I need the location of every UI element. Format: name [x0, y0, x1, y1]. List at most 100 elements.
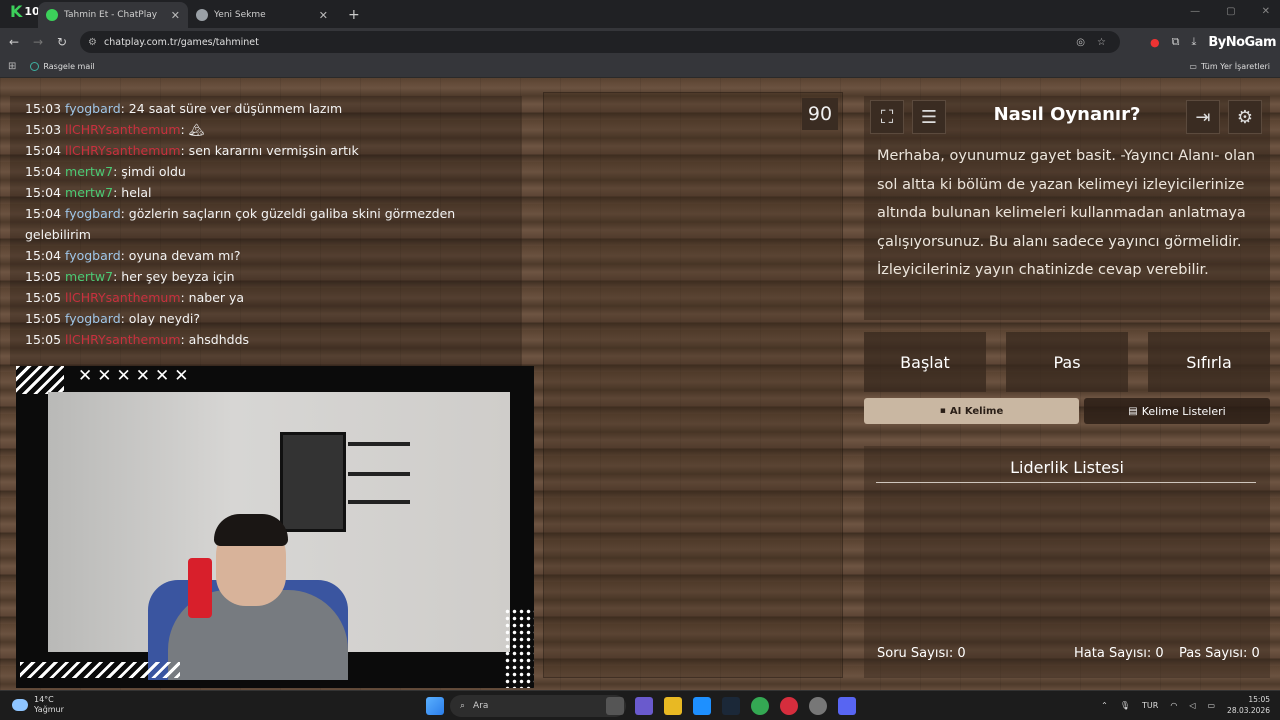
back-icon[interactable]: ←	[2, 35, 26, 49]
leaderboard-title: Liderlik Listesi	[1010, 458, 1124, 477]
steam-icon[interactable]	[722, 697, 740, 715]
message-text: : 24 saat süre ver düşünmem lazım	[120, 101, 343, 116]
shelf	[348, 472, 410, 476]
tab-bar: K 10 Tahmin Et - ChatPlay ✕ Yeni Sekme ✕ …	[0, 0, 1280, 28]
puzzle-icon[interactable]: ⧉	[1172, 35, 1180, 49]
message-text: : helal	[113, 185, 152, 200]
close-icon[interactable]: ✕	[319, 9, 328, 22]
weather-widget[interactable]: 14°C Yağmur	[12, 695, 64, 715]
minimize-icon[interactable]: —	[1190, 6, 1200, 17]
url-text: chatplay.com.tr/games/tahminet	[104, 36, 259, 48]
message-user[interactable]: mertw7	[65, 164, 113, 179]
star-icon[interactable]: ☆	[1097, 37, 1106, 48]
pass-button[interactable]: Pas	[1006, 332, 1128, 392]
message-user[interactable]: llCHRYsanthemum	[65, 290, 180, 305]
download-icon[interactable]: ⤓	[1191, 35, 1196, 49]
store-icon[interactable]	[693, 697, 711, 715]
ai-word-button[interactable]: ▪ AI Kelime	[864, 398, 1079, 424]
message-user[interactable]: fyogbard	[65, 101, 121, 116]
eye-off-icon[interactable]: ◎	[1076, 37, 1085, 48]
chat-message: 15:03 fyogbard: 24 saat süre ver düşünme…	[25, 98, 522, 119]
tab-yeni-sekme[interactable]: Yeni Sekme ✕	[188, 2, 336, 28]
toolbar: ● ⧉ ⤓ ByNoGam	[1150, 28, 1280, 56]
k-logo-icon: K	[10, 2, 23, 21]
message-user[interactable]: llCHRYsanthemum	[65, 332, 180, 347]
message-user[interactable]: fyogbard	[65, 206, 121, 221]
chevron-up-icon[interactable]: ⌃	[1101, 701, 1108, 710]
search-icon: ⌕	[460, 701, 466, 711]
shelf	[348, 442, 410, 446]
message-text: : sen kararını vermişsin artık	[180, 143, 359, 158]
taskbar-search[interactable]: ⌕ Ara	[450, 695, 626, 717]
chrome-icon[interactable]	[751, 697, 769, 715]
new-tab-button[interactable]: +	[348, 2, 360, 28]
word-lists-button[interactable]: ▤ Kelime Listeleri	[1084, 398, 1270, 424]
discord-icon[interactable]	[838, 697, 856, 715]
reload-icon[interactable]: ↻	[50, 35, 74, 49]
pinned-apps	[606, 697, 856, 715]
bookmark-rasgele-mail[interactable]: Rasgele mail	[30, 62, 95, 71]
microphone	[188, 558, 212, 618]
webcam-video	[48, 392, 510, 680]
message-time: 15:04	[25, 185, 62, 200]
window-close-icon[interactable]: ✕	[1262, 6, 1270, 17]
message-user[interactable]: fyogbard	[65, 248, 121, 263]
taskbar: 14°C Yağmur ⌕ Ara ⌃ 🎙 TUR ◠ ◁ ▭ 15:05 28…	[0, 690, 1280, 720]
message-text: : 🏔	[180, 122, 205, 137]
how-to-text: Merhaba, oyunumuz gayet basit. -Yayıncı …	[877, 148, 1256, 278]
message-text: : olay neydi?	[120, 311, 201, 326]
profile-logo[interactable]: ByNoGam	[1208, 35, 1276, 50]
volume-icon[interactable]: ◁	[1189, 701, 1195, 710]
broadcaster-area	[543, 92, 843, 678]
stripe-decoration	[20, 662, 180, 678]
system-tray: ⌃ 🎙 TUR ◠ ◁ ▭ 15:05 28.03.2026	[1101, 694, 1270, 716]
address-bar: ← → ↻ ⚙ chatplay.com.tr/games/tahminet ◎…	[0, 28, 1280, 56]
message-time: 15:05	[25, 290, 62, 305]
reset-button[interactable]: Sıfırla	[1148, 332, 1270, 392]
forward-icon[interactable]: →	[26, 35, 50, 49]
message-time: 15:03	[25, 101, 62, 116]
site-info-icon[interactable]: ⚙	[88, 37, 97, 48]
app-icon[interactable]	[635, 697, 653, 715]
message-user[interactable]: mertw7	[65, 269, 113, 284]
message-time: 15:05	[25, 332, 62, 347]
dot-decoration	[504, 608, 534, 688]
mic-icon[interactable]: 🎙	[1120, 701, 1130, 710]
message-user[interactable]: llCHRYsanthemum	[65, 143, 180, 158]
url-field[interactable]: ⚙ chatplay.com.tr/games/tahminet ◎ ☆	[80, 31, 1120, 53]
message-user[interactable]: llCHRYsanthemum	[65, 122, 180, 137]
pass-count: Pas Sayısı: 0	[1179, 646, 1260, 661]
language-indicator[interactable]: TUR	[1142, 701, 1158, 710]
overlay-x-marks: ✕✕✕✕✕✕	[78, 366, 194, 386]
message-text: : oyuna devam mı?	[120, 248, 241, 263]
task-view-icon[interactable]	[606, 697, 624, 715]
wifi-icon[interactable]: ◠	[1170, 701, 1177, 710]
tab-tahmin-et[interactable]: Tahmin Et - ChatPlay ✕	[38, 2, 188, 28]
wall-poster	[280, 432, 346, 532]
message-user[interactable]: fyogbard	[65, 311, 121, 326]
tab-title: Yeni Sekme	[214, 10, 266, 20]
message-user[interactable]: mertw7	[65, 185, 113, 200]
question-count: Soru Sayısı: 0	[877, 646, 966, 661]
exit-icon[interactable]: ⇥	[1186, 100, 1220, 134]
apps-grid-icon[interactable]: ⊞	[8, 61, 16, 72]
gear-icon[interactable]: ⚙	[1228, 100, 1262, 134]
streamer	[148, 514, 348, 680]
start-icon[interactable]	[426, 697, 444, 715]
extension-badge[interactable]: K 10	[10, 2, 40, 21]
maximize-icon[interactable]: ▢	[1226, 6, 1235, 17]
all-bookmarks[interactable]: ▭ Tüm Yer İşaretleri	[1189, 62, 1270, 71]
mail-icon	[30, 62, 40, 71]
folder-icon[interactable]	[664, 697, 682, 715]
opera-icon[interactable]	[780, 697, 798, 715]
clock[interactable]: 15:05 28.03.2026	[1227, 694, 1270, 716]
extension-icon[interactable]: ●	[1150, 36, 1160, 49]
chat-message: 15:03 llCHRYsanthemum: 🏔	[25, 119, 522, 140]
message-text: : naber ya	[180, 290, 245, 305]
battery-icon[interactable]: ▭	[1207, 701, 1215, 710]
start-button[interactable]: Başlat	[864, 332, 986, 392]
close-icon[interactable]: ✕	[171, 9, 180, 22]
leaderboard-panel: Liderlik Listesi	[864, 446, 1270, 678]
chrome-icon	[196, 9, 208, 21]
app-icon[interactable]	[809, 697, 827, 715]
